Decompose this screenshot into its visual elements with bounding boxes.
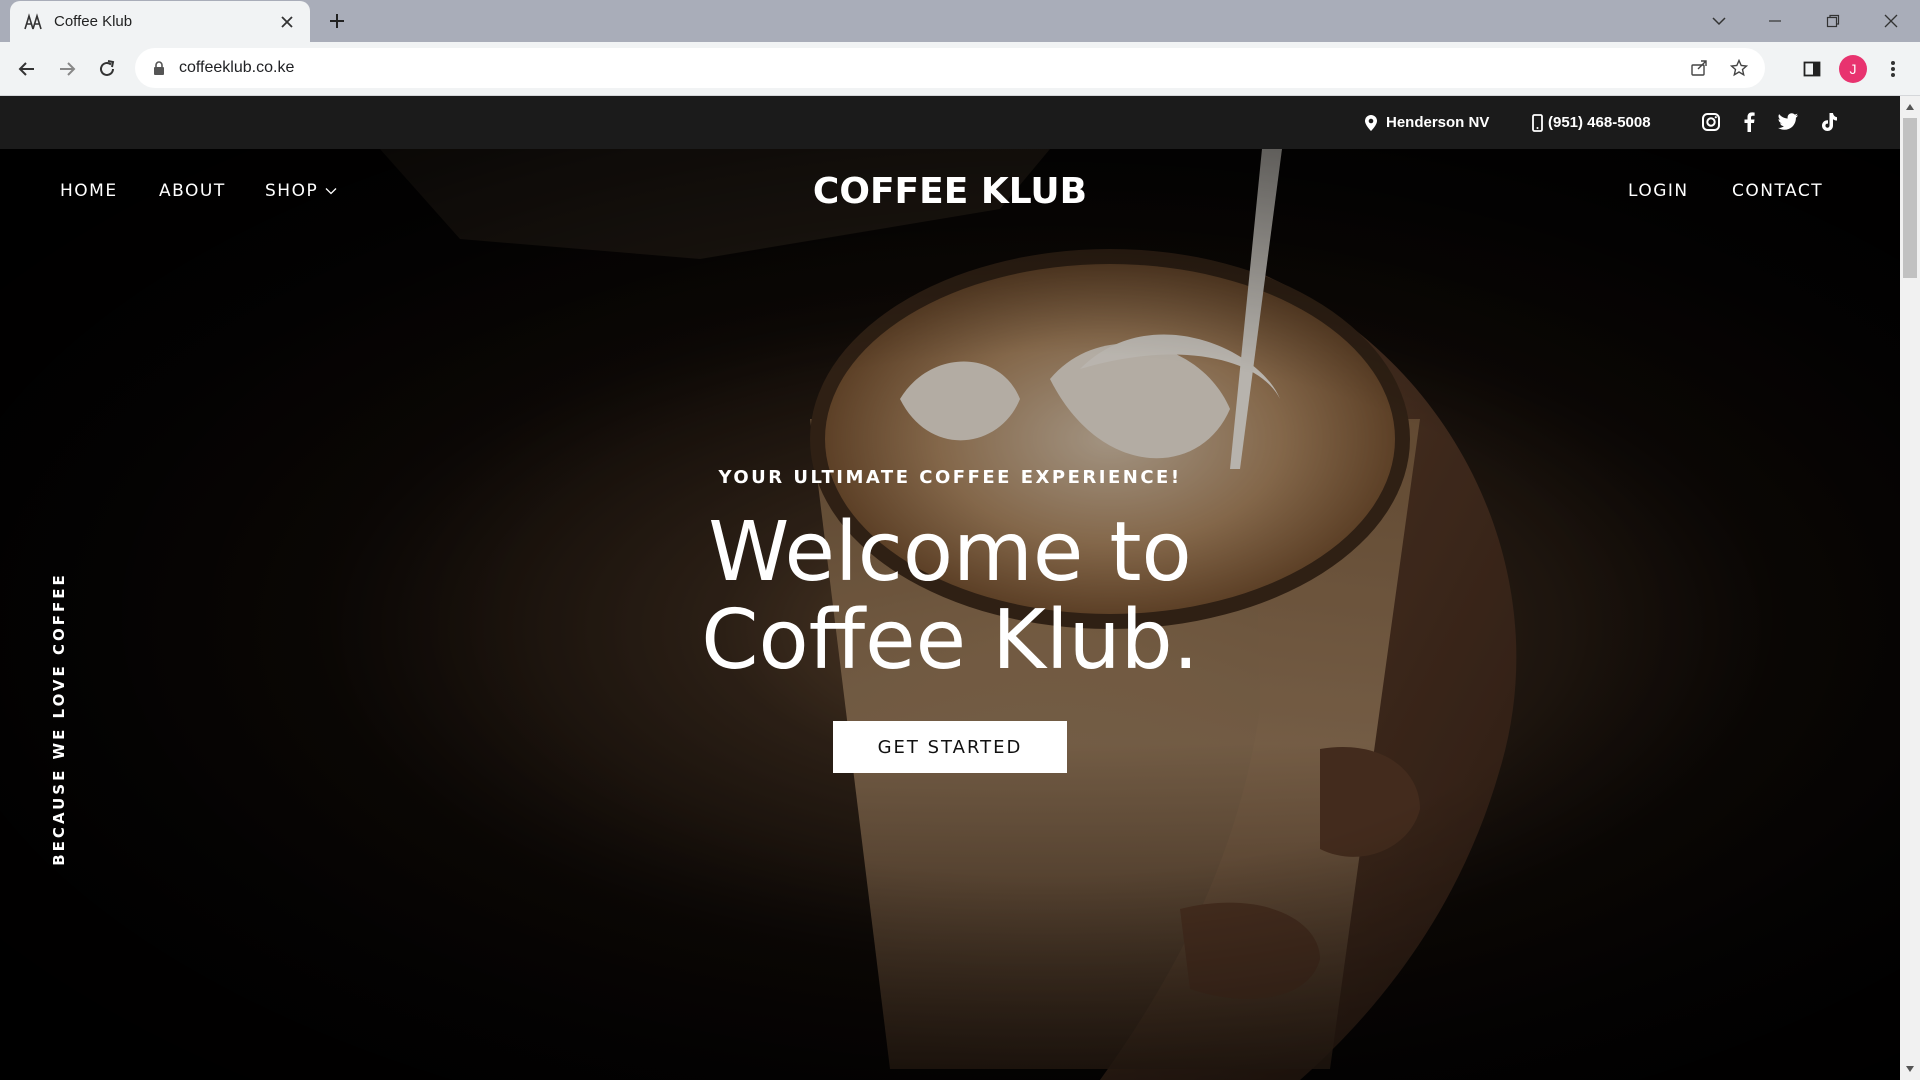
get-started-button[interactable]: GET STARTED bbox=[833, 721, 1067, 773]
location-text: Henderson NV bbox=[1386, 114, 1490, 131]
chevron-down-icon[interactable] bbox=[1706, 8, 1732, 34]
share-icon[interactable] bbox=[1685, 54, 1713, 82]
browser-toolbar: coffeeklub.co.ke J bbox=[0, 42, 1920, 96]
scroll-up-arrow-icon[interactable] bbox=[1905, 102, 1915, 112]
phone-text[interactable]: (951) 468-5008 bbox=[1548, 114, 1651, 131]
phone-icon bbox=[1532, 113, 1543, 132]
nav-contact-label: CONTACT bbox=[1732, 181, 1824, 201]
scrollbar-thumb[interactable] bbox=[1903, 118, 1917, 278]
close-icon[interactable] bbox=[278, 13, 296, 31]
plus-icon[interactable] bbox=[325, 9, 349, 33]
twitter-icon[interactable] bbox=[1775, 109, 1801, 135]
tiktok-icon[interactable] bbox=[1816, 109, 1842, 135]
web-page: Henderson NV (951) 468-5008 HOME ABOUT S… bbox=[0, 96, 1900, 1080]
profile-initial: J bbox=[1849, 61, 1857, 77]
nav-contact[interactable]: CONTACT bbox=[1732, 181, 1823, 201]
lock-icon[interactable] bbox=[151, 60, 167, 76]
star-icon[interactable] bbox=[1725, 54, 1753, 82]
nav-about-label: ABOUT bbox=[159, 181, 226, 201]
browser-tab-strip: Coffee Klub bbox=[0, 0, 1920, 42]
reload-icon[interactable] bbox=[93, 55, 121, 83]
tab-title: Coffee Klub bbox=[54, 13, 133, 30]
phone-info[interactable]: (951) 468-5008 bbox=[1532, 96, 1651, 149]
instagram-icon[interactable] bbox=[1698, 109, 1724, 135]
profile-avatar[interactable]: J bbox=[1839, 55, 1867, 83]
hero-headline: Welcome to Coffee Klub. bbox=[550, 509, 1350, 685]
location-pin-icon bbox=[1364, 114, 1378, 132]
side-panel-icon[interactable] bbox=[1798, 55, 1826, 83]
nav-login-label: LOGIN bbox=[1628, 181, 1689, 201]
hero-section: HOME ABOUT SHOP COFFEE KLUB LOGIN CONTAC… bbox=[0, 149, 1900, 1080]
arrow-right-icon[interactable] bbox=[53, 55, 81, 83]
nav-about[interactable]: ABOUT bbox=[159, 181, 226, 201]
hero-headline-line2: Coffee Klub. bbox=[701, 593, 1199, 688]
chevron-down-icon bbox=[325, 187, 337, 195]
page-scrollbar[interactable] bbox=[1900, 96, 1920, 1080]
nav-home-label: HOME bbox=[60, 181, 118, 201]
site-logo[interactable]: COFFEE KLUB bbox=[700, 171, 1200, 212]
nav-shop[interactable]: SHOP bbox=[265, 181, 337, 201]
address-bar[interactable]: coffeeklub.co.ke bbox=[135, 48, 1765, 88]
hero-headline-line1: Welcome to bbox=[708, 505, 1192, 600]
browser-tab[interactable]: Coffee Klub bbox=[10, 1, 310, 42]
facebook-icon[interactable] bbox=[1736, 109, 1762, 135]
nav-shop-label: SHOP bbox=[265, 181, 319, 201]
nav-login[interactable]: LOGIN bbox=[1628, 181, 1689, 201]
kebab-menu-icon[interactable] bbox=[1879, 55, 1907, 83]
nav-home[interactable]: HOME bbox=[60, 181, 118, 201]
minimize-icon[interactable] bbox=[1762, 8, 1788, 34]
hero-subtitle: YOUR ULTIMATE COFFEE EXPERIENCE! bbox=[718, 467, 1182, 488]
url-text[interactable]: coffeeklub.co.ke bbox=[179, 59, 1685, 77]
window-close-icon[interactable] bbox=[1878, 8, 1904, 34]
arrow-left-icon[interactable] bbox=[13, 55, 41, 83]
restore-icon[interactable] bbox=[1820, 8, 1846, 34]
vertical-tagline: BECAUSE WE LOVE COFFEE bbox=[50, 572, 68, 866]
coffee-klub-favicon bbox=[24, 12, 42, 31]
location-info: Henderson NV bbox=[1364, 96, 1489, 149]
contact-topbar: Henderson NV (951) 468-5008 bbox=[0, 96, 1900, 149]
scroll-down-arrow-icon[interactable] bbox=[1905, 1064, 1915, 1074]
